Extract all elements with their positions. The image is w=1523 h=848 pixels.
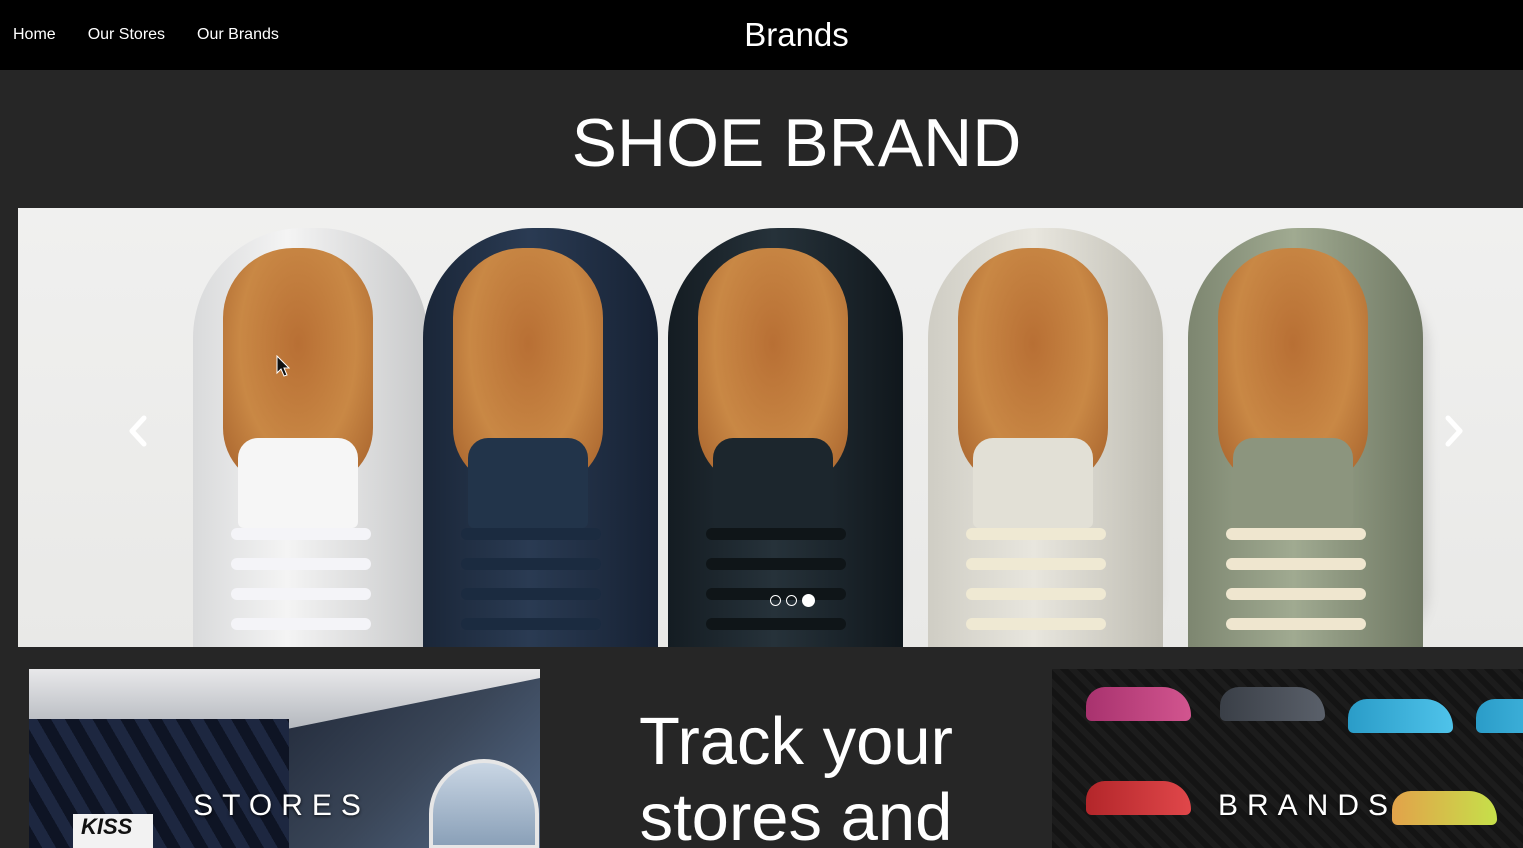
- carousel-image-shoe-sage: [1188, 228, 1423, 647]
- carousel-image-shoe-cream: [928, 228, 1163, 647]
- chevron-left-icon: [129, 415, 147, 447]
- carousel-indicator-3[interactable]: [802, 594, 815, 607]
- top-navbar: Home Our Stores Our Brands Brands: [0, 0, 1523, 70]
- brands-tile-label: BRANDS: [1217, 789, 1398, 822]
- carousel-indicator-1[interactable]: [770, 595, 781, 606]
- stores-tile-label: STORES: [193, 789, 370, 822]
- stores-tile[interactable]: KISS STORES: [29, 669, 540, 848]
- carousel-image-shoe-navy: [423, 228, 658, 647]
- carousel-image-shoe-white: [193, 228, 428, 647]
- carousel-next-button[interactable]: [1434, 406, 1474, 456]
- mouse-cursor-icon: [276, 355, 290, 377]
- navbar-title: Brands: [744, 16, 849, 53]
- hero-carousel: [18, 208, 1523, 647]
- carousel-indicator-2[interactable]: [786, 595, 797, 606]
- brands-tile[interactable]: BRANDS: [1052, 669, 1523, 848]
- carousel-indicators: [770, 594, 815, 607]
- tagline-text: Track your stores and: [639, 704, 953, 848]
- chevron-right-icon: [1445, 415, 1463, 447]
- carousel-prev-button[interactable]: [118, 406, 158, 456]
- page-title: SHOE BRAND: [571, 105, 1022, 181]
- carousel-image-shoe-black: [668, 228, 903, 647]
